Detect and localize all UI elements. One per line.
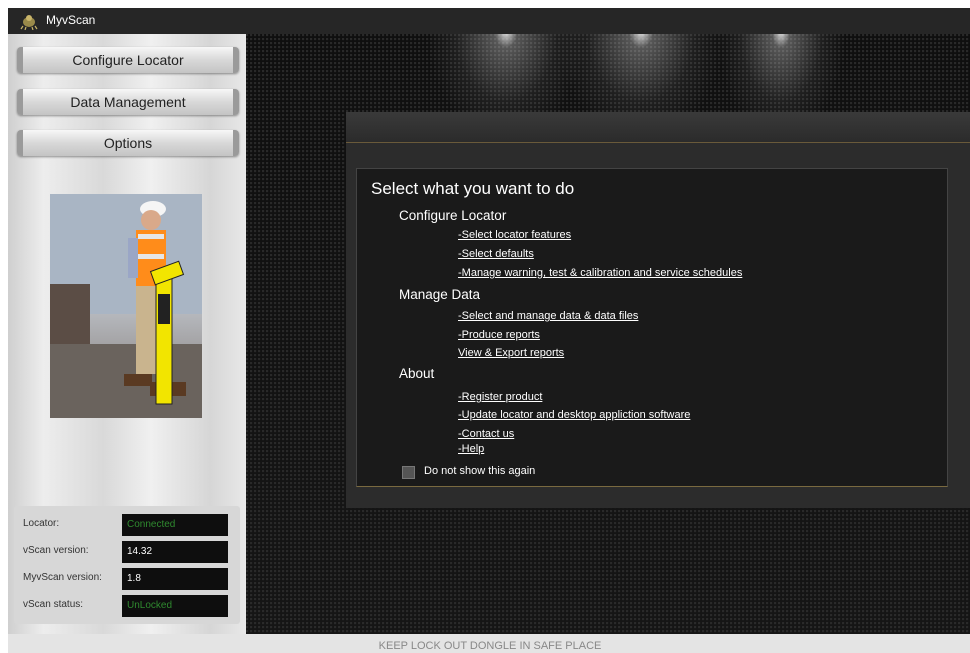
vscan-status-row: vScan status: UnLocked bbox=[14, 595, 240, 617]
section-about: About bbox=[399, 366, 435, 381]
link-contact-us[interactable]: -Contact us bbox=[458, 428, 514, 440]
link-select-defaults[interactable]: -Select defaults bbox=[458, 248, 534, 260]
myvscan-version-label: MyvScan version: bbox=[23, 572, 102, 583]
footer-bar: KEEP LOCK OUT DONGLE IN SAFE PLACE bbox=[8, 634, 970, 653]
link-update-software[interactable]: -Update locator and desktop appliction s… bbox=[458, 409, 690, 421]
dialog-content: Select what you want to do Configure Loc… bbox=[356, 168, 948, 487]
link-view-export-reports[interactable]: View & Export reports bbox=[458, 347, 564, 359]
link-select-locator-features[interactable]: -Select locator features bbox=[458, 229, 571, 241]
worker-photo bbox=[50, 194, 202, 418]
vscan-status-label: vScan status: bbox=[23, 599, 84, 610]
app-logo-icon bbox=[20, 15, 38, 30]
footer-message: KEEP LOCK OUT DONGLE IN SAFE PLACE bbox=[378, 640, 602, 652]
configure-locator-button[interactable]: Configure Locator bbox=[17, 47, 239, 73]
section-manage-data: Manage Data bbox=[399, 287, 481, 302]
link-register-product[interactable]: -Register product bbox=[458, 391, 542, 403]
window-title: MyvScan bbox=[46, 13, 96, 27]
options-button[interactable]: Options bbox=[17, 130, 239, 156]
dialog-heading: Select what you want to do bbox=[371, 179, 575, 198]
dont-show-again-label[interactable]: Do not show this again bbox=[424, 465, 535, 477]
status-panel: Locator: Connected vScan version: 14.32 … bbox=[14, 506, 240, 624]
vscan-version-value: 14.32 bbox=[122, 541, 228, 563]
link-manage-schedules[interactable]: -Manage warning, test & calibration and … bbox=[458, 267, 742, 279]
link-help[interactable]: -Help bbox=[458, 443, 484, 455]
vscan-status-value: UnLocked bbox=[122, 595, 228, 617]
locator-label: Locator: bbox=[23, 518, 60, 529]
title-bar: MyvScan bbox=[8, 8, 970, 34]
locator-status-row: Locator: Connected bbox=[14, 514, 240, 536]
link-produce-reports[interactable]: -Produce reports bbox=[458, 329, 540, 341]
vscan-version-label: vScan version: bbox=[23, 545, 89, 556]
locator-value: Connected bbox=[122, 514, 228, 536]
main-area: Select what you want to do Configure Loc… bbox=[246, 34, 970, 634]
myvscan-version-row: MyvScan version: 1.8 bbox=[14, 568, 240, 590]
section-configure-locator: Configure Locator bbox=[399, 208, 507, 223]
sidebar: Configure Locator Data Management Option… bbox=[8, 34, 246, 634]
data-management-button[interactable]: Data Management bbox=[17, 89, 239, 115]
welcome-dialog: Select what you want to do Configure Loc… bbox=[346, 112, 970, 508]
link-manage-data-files[interactable]: -Select and manage data & data files bbox=[458, 310, 638, 322]
dont-show-again-checkbox[interactable] bbox=[402, 466, 415, 479]
dialog-header-bar bbox=[346, 112, 970, 143]
myvscan-version-value: 1.8 bbox=[122, 568, 228, 590]
worker-illustration bbox=[50, 194, 202, 418]
vscan-version-row: vScan version: 14.32 bbox=[14, 541, 240, 563]
